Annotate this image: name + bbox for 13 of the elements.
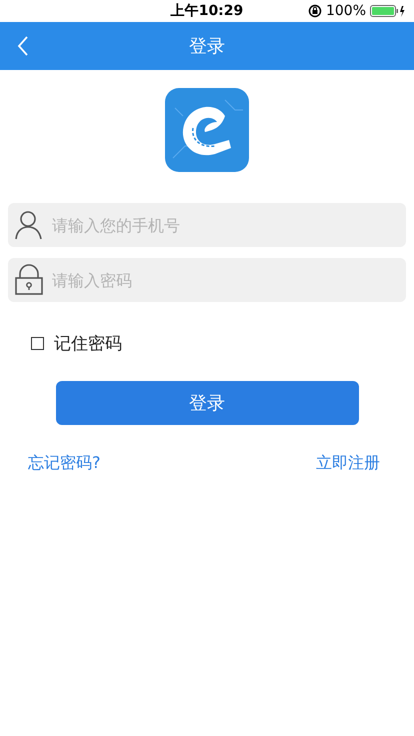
- register-link[interactable]: 立即注册: [316, 453, 380, 474]
- remember-checkbox[interactable]: [31, 337, 44, 350]
- nav-title: 登录: [189, 35, 225, 58]
- rotation-lock-icon: [308, 4, 322, 18]
- status-time: 上午10:29: [170, 3, 244, 19]
- battery-icon: [370, 4, 406, 18]
- phone-field[interactable]: 请输入您的手机号: [8, 203, 406, 247]
- battery-percent: 100%: [326, 3, 366, 19]
- password-field[interactable]: 请输入密码: [8, 258, 406, 302]
- remember-label[interactable]: 记住密码: [54, 332, 122, 355]
- back-icon[interactable]: [16, 35, 30, 57]
- forgot-password-link[interactable]: 忘记密码?: [28, 453, 100, 474]
- login-button[interactable]: 登录: [56, 381, 358, 425]
